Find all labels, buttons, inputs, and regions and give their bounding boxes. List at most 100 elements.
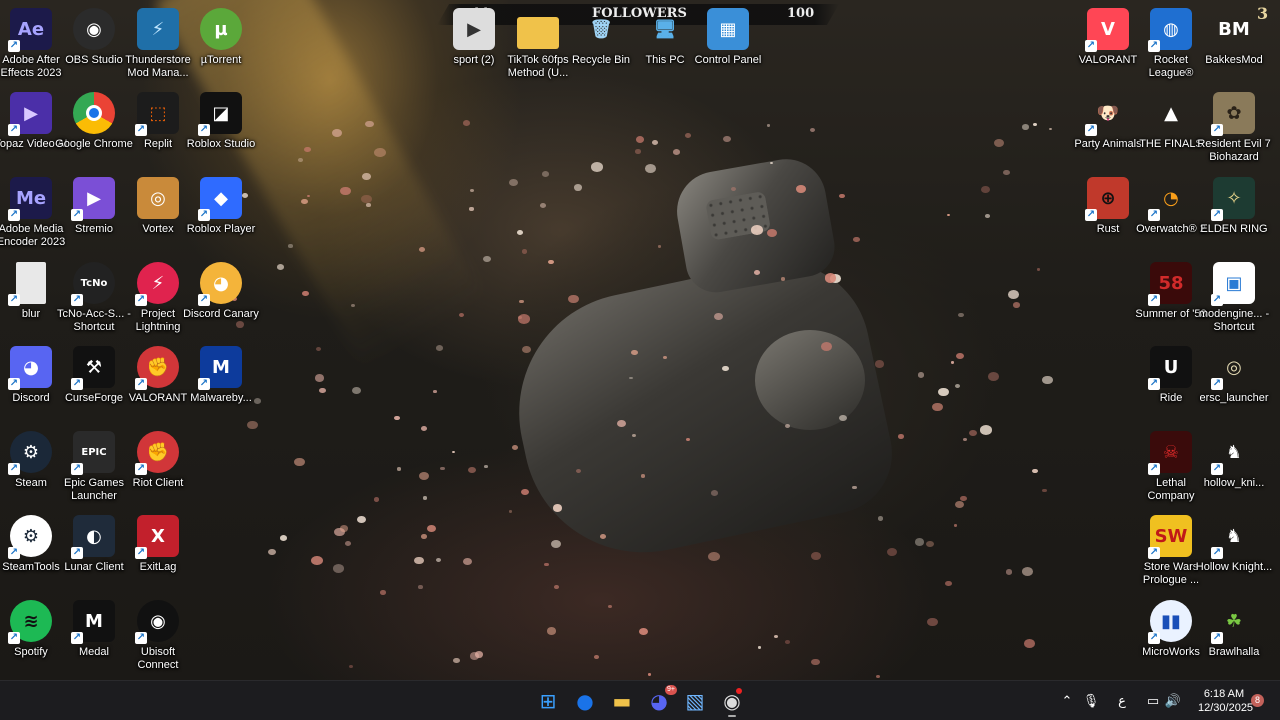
desktop-icon-brawlhalla[interactable]: ☘ ↗ Brawlhalla	[1195, 597, 1273, 681]
desktop-icon-roblox-player[interactable]: ◆ ↗ Roblox Player	[182, 174, 260, 258]
desktop-icon-label: Malwareby...	[190, 392, 252, 404]
party-animals-icon: 🐶 ↗	[1085, 102, 1120, 136]
network-icon[interactable]: ▭	[1144, 681, 1162, 720]
shortcut-arrow-icon: ↗	[135, 294, 147, 306]
curseforge-icon: ⚒ ↗	[71, 346, 115, 390]
shortcut-arrow-icon: ↗	[8, 124, 20, 136]
summer-of-58-icon: 58 ↗	[1148, 262, 1192, 306]
microphone-icon[interactable]: 🎙	[1082, 681, 1100, 720]
taskbar-photos-button[interactable]: ▧	[679, 685, 711, 717]
shortcut-arrow-icon: ↗	[71, 632, 83, 644]
clock-time: 6:18 AM	[1203, 688, 1245, 700]
desktop-icon-roblox-studio[interactable]: ◪ ↗ Roblox Studio	[182, 89, 260, 173]
shortcut-arrow-icon: ↗	[71, 463, 83, 475]
hollow-knight-icon: ♞ ↗	[1211, 441, 1243, 475]
recycle-bin-icon: 🗑	[589, 18, 613, 40]
desktop-icon-hollow-knight[interactable]: ♞ ↗ Hollow Knight...	[1195, 512, 1273, 596]
desktop-icon-modengine[interactable]: ▣ ↗ modengine... - Shortcut	[1195, 259, 1273, 343]
shortcut-arrow-icon: ↗	[8, 632, 20, 644]
media-file-icon: ▶	[453, 8, 495, 50]
desktop-icon-label: µTorrent	[200, 54, 242, 66]
steamtools-icon: ⚙ ↗	[8, 515, 52, 559]
shortcut-arrow-icon: ↗	[1211, 124, 1223, 136]
desktop-icon-discord-canary[interactable]: ◕ ↗ Discord Canary	[182, 259, 260, 343]
desktop-icon-label: Brawlhalla	[1208, 646, 1260, 658]
shortcut-arrow-icon: ↗	[71, 378, 83, 390]
shortcut-arrow-icon: ↗	[1148, 632, 1160, 644]
desktop-icon-malwarebytes[interactable]: M ↗ Malwareby...	[182, 343, 260, 427]
tcno-icon: TcNo ↗	[71, 262, 115, 306]
microworks-icon: ▮▮ ↗	[1148, 600, 1192, 644]
shortcut-arrow-icon: ↗	[198, 124, 210, 136]
shortcut-arrow-icon: ↗	[1085, 40, 1097, 52]
taskbar-discord-button[interactable]: ◕ 9+	[643, 685, 677, 717]
desktop-icon-riot-client[interactable]: ✊ ↗ Riot Client	[119, 428, 197, 512]
unreal-engine-icon: U ↗	[1148, 346, 1192, 390]
photos-icon: ▧	[685, 689, 705, 713]
store-wars-icon: SW ↗	[1148, 515, 1192, 559]
utorrent-icon: µ	[200, 8, 242, 50]
spotify-icon: ≋ ↗	[8, 600, 52, 644]
chevron-up-icon[interactable]: ⌃	[1058, 681, 1076, 720]
taskbar-explorer-button[interactable]: ▬	[606, 685, 638, 717]
modengine-icon: ▣ ↗	[1211, 262, 1255, 306]
resident-evil-icon: ✿ ↗	[1211, 92, 1255, 136]
desktop-icon-label: Resident Evil 7 Biohazard	[1197, 138, 1271, 163]
system-clock[interactable]: 6:18 AM 12/30/2025	[1198, 687, 1254, 715]
notification-badge[interactable]: 8	[1251, 694, 1264, 707]
overwatch-icon: ◔ ↗	[1148, 187, 1179, 221]
shortcut-arrow-icon: ↗	[1211, 547, 1223, 559]
brawlhalla-icon: ☘ ↗	[1211, 610, 1243, 644]
rust-icon: ⊕ ↗	[1085, 177, 1129, 221]
exitlag-icon: X ↗	[135, 515, 179, 559]
desktop-icon-label: Ubisoft Connect	[137, 646, 179, 671]
ime-indicator[interactable]: ع	[1112, 681, 1132, 720]
taskbar-obs-button[interactable]: ◉	[716, 685, 748, 717]
hollow-knight-icon: ♞ ↗	[1211, 525, 1243, 559]
desktop-icon-ersc-launcher[interactable]: ◎ ↗ ersc_launcher	[1195, 343, 1273, 427]
shortcut-arrow-icon: ↗	[71, 294, 83, 306]
shortcut-arrow-icon: ↗	[1148, 547, 1160, 559]
shortcut-arrow-icon: ↗	[8, 378, 20, 390]
shortcut-arrow-icon: ↗	[198, 378, 210, 390]
desktop-icon-label: ersc_launcher	[1199, 392, 1269, 404]
desktop-icon-label: Roblox Player	[186, 223, 256, 235]
volume-icon[interactable]: 🔊	[1164, 681, 1182, 720]
desktop-icon-utorrent[interactable]: µ µTorrent	[182, 5, 260, 89]
desktop-icon-hollow-knight-shortcut[interactable]: ♞ ↗ hollow_kni...	[1195, 428, 1273, 512]
desktop-icon-resident-evil[interactable]: ✿ ↗ Resident Evil 7 Biohazard	[1195, 89, 1273, 173]
file-explorer-icon: ▬	[612, 689, 632, 713]
shortcut-arrow-icon: ↗	[1148, 378, 1160, 390]
stremio-icon: ▶ ↗	[71, 177, 115, 221]
shortcut-arrow-icon: ↗	[1148, 209, 1160, 221]
shortcut-arrow-icon: ↗	[1148, 294, 1160, 306]
medal-icon: M ↗	[71, 600, 115, 644]
this-pc-icon: 🖥	[653, 18, 677, 40]
desktop-icon-exitlag[interactable]: X ↗ ExitLag	[119, 512, 197, 596]
taskbar-chrome-button[interactable]: ●	[569, 685, 601, 717]
desktop-icon-elden-ring[interactable]: ✧ ↗ ELDEN RING	[1195, 174, 1273, 258]
riot-icon: ✊ ↗	[135, 431, 179, 475]
folder-icon	[517, 8, 559, 50]
shortcut-arrow-icon: ↗	[135, 632, 147, 644]
shortcut-arrow-icon: ↗	[1211, 632, 1223, 644]
obs-icon: ◉	[73, 8, 115, 50]
shortcut-arrow-icon: ↗	[135, 547, 147, 559]
replit-icon: ⬚ ↗	[135, 92, 179, 136]
roblox-studio-icon: ◪ ↗	[198, 92, 242, 136]
lunar-client-icon: ◐ ↗	[71, 515, 115, 559]
shortcut-arrow-icon: ↗	[1148, 40, 1160, 52]
shortcut-arrow-icon: ↗	[1211, 463, 1223, 475]
desktop-icon-label: BakkesMod	[1205, 54, 1263, 66]
desktop-icon-control-panel[interactable]: ▦ Control Panel	[689, 5, 767, 89]
shortcut-arrow-icon: ↗	[1085, 124, 1097, 136]
desktop-icon-ubisoft[interactable]: ◉ ↗ Ubisoft Connect	[119, 597, 197, 681]
shortcut-arrow-icon: ↗	[8, 463, 20, 475]
taskbar-start-button[interactable]: ⊞	[532, 685, 564, 717]
clock-date: 12/30/2025	[1198, 702, 1254, 714]
shortcut-arrow-icon: ↗	[1211, 209, 1223, 221]
corner-digit: 3	[1257, 4, 1269, 23]
shortcut-arrow-icon: ↗	[1211, 378, 1223, 390]
discord-badge: 9+	[665, 685, 677, 695]
vortex-icon: ◎	[137, 177, 179, 219]
